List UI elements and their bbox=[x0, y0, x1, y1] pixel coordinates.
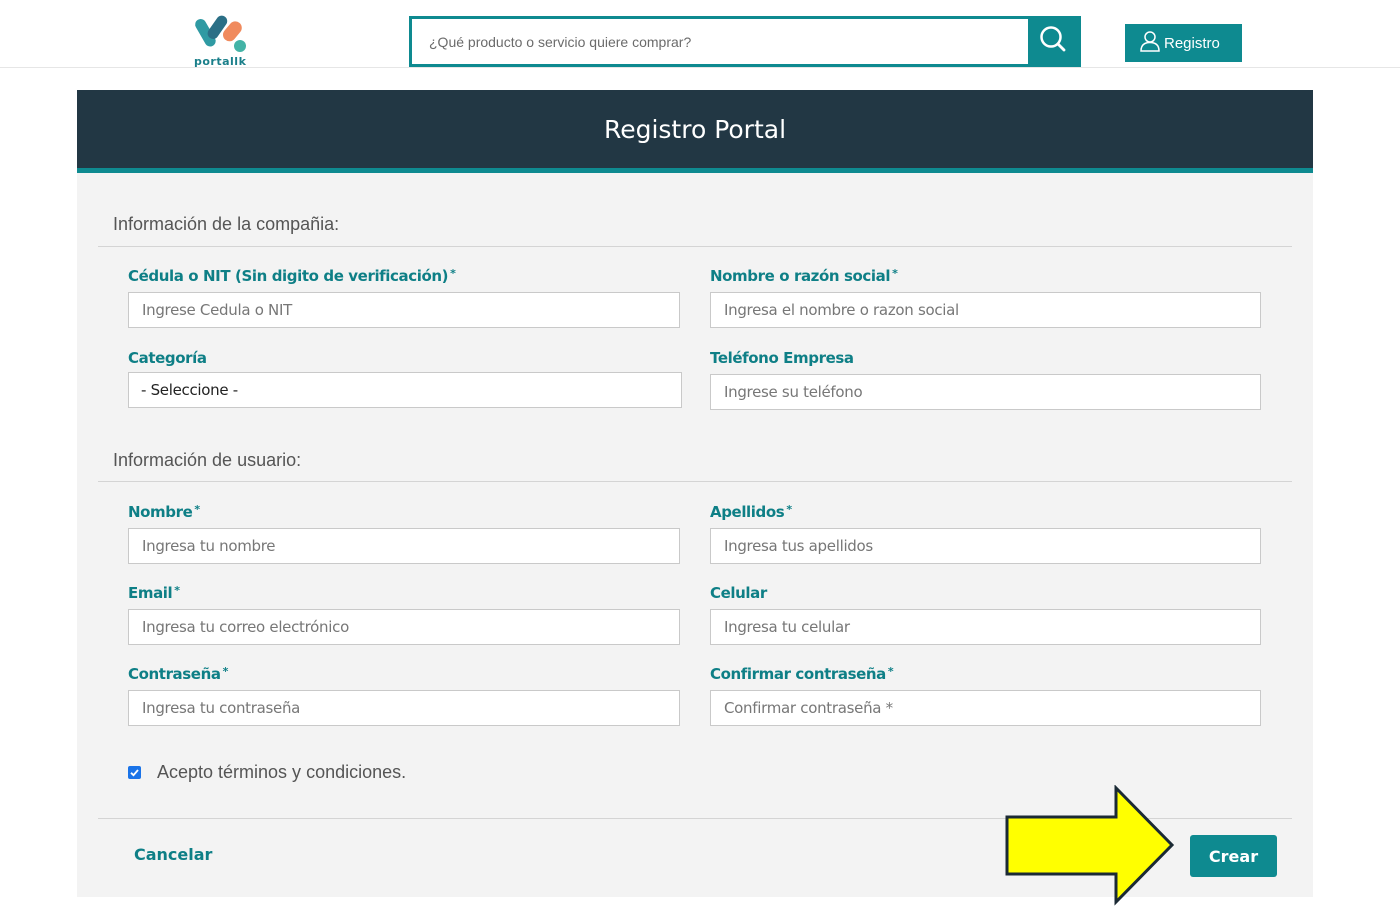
first-name-label: Nombre * bbox=[128, 503, 200, 521]
registration-card: Registro Portal Información de la compañ… bbox=[77, 90, 1313, 897]
category-selected-value: - Seleccione - bbox=[141, 381, 238, 399]
company-section-title: Información de la compañia: bbox=[113, 214, 340, 234]
mobile-label: Celular bbox=[710, 584, 767, 602]
required-mark: * bbox=[174, 584, 180, 597]
required-mark: * bbox=[194, 503, 200, 516]
logo-wordmark: portallk bbox=[194, 55, 247, 68]
search-input[interactable] bbox=[412, 19, 1030, 64]
user-section-title: Información de usuario: bbox=[113, 450, 302, 470]
nit-field[interactable] bbox=[128, 292, 680, 328]
required-mark: * bbox=[786, 503, 792, 516]
required-mark: * bbox=[222, 665, 229, 678]
category-select[interactable]: - Seleccione - bbox=[128, 372, 682, 408]
password-label: Contraseña * bbox=[128, 665, 228, 683]
register-button-label: Registro bbox=[1164, 34, 1220, 52]
first-name-field[interactable] bbox=[128, 528, 680, 564]
company-phone-label: Teléfono Empresa bbox=[710, 349, 854, 367]
user-icon bbox=[1139, 30, 1161, 56]
company-name-label: Nombre o razón social * bbox=[710, 267, 898, 285]
last-name-label: Apellidos * bbox=[710, 503, 792, 521]
confirm-password-label: Confirmar contraseña * bbox=[710, 665, 894, 683]
nit-label: Cédula o NIT (Sin digito de verificación… bbox=[128, 267, 456, 285]
register-button[interactable]: Registro bbox=[1125, 24, 1242, 62]
check-icon bbox=[130, 769, 139, 777]
mobile-field[interactable] bbox=[710, 609, 1261, 645]
search-bar bbox=[409, 16, 1081, 67]
email-label: Email * bbox=[128, 584, 180, 602]
create-button[interactable]: Crear bbox=[1190, 835, 1277, 877]
required-mark: * bbox=[892, 267, 898, 280]
email-field[interactable] bbox=[128, 609, 680, 645]
search-icon bbox=[1039, 25, 1067, 58]
required-mark: * bbox=[450, 267, 456, 280]
company-name-field[interactable] bbox=[710, 292, 1261, 328]
divider bbox=[98, 246, 1292, 247]
divider bbox=[98, 481, 1292, 482]
company-phone-field[interactable] bbox=[710, 374, 1261, 410]
search-button[interactable] bbox=[1028, 19, 1078, 64]
cancel-link[interactable]: Cancelar bbox=[134, 845, 212, 864]
last-name-field[interactable] bbox=[710, 528, 1261, 564]
confirm-password-field[interactable] bbox=[710, 690, 1261, 726]
card-header: Registro Portal bbox=[77, 90, 1313, 173]
top-navigation-bar: portallk Registro bbox=[0, 0, 1400, 68]
password-field[interactable] bbox=[128, 690, 680, 726]
annotation-arrow-icon bbox=[1004, 784, 1176, 912]
terms-row: Acepto términos y condiciones. bbox=[128, 762, 406, 783]
category-label: Categoría bbox=[128, 349, 207, 367]
required-mark: * bbox=[887, 665, 894, 678]
terms-checkbox[interactable] bbox=[128, 766, 141, 779]
page-title: Registro Portal bbox=[603, 114, 787, 144]
terms-label[interactable]: Acepto términos y condiciones. bbox=[157, 762, 406, 783]
